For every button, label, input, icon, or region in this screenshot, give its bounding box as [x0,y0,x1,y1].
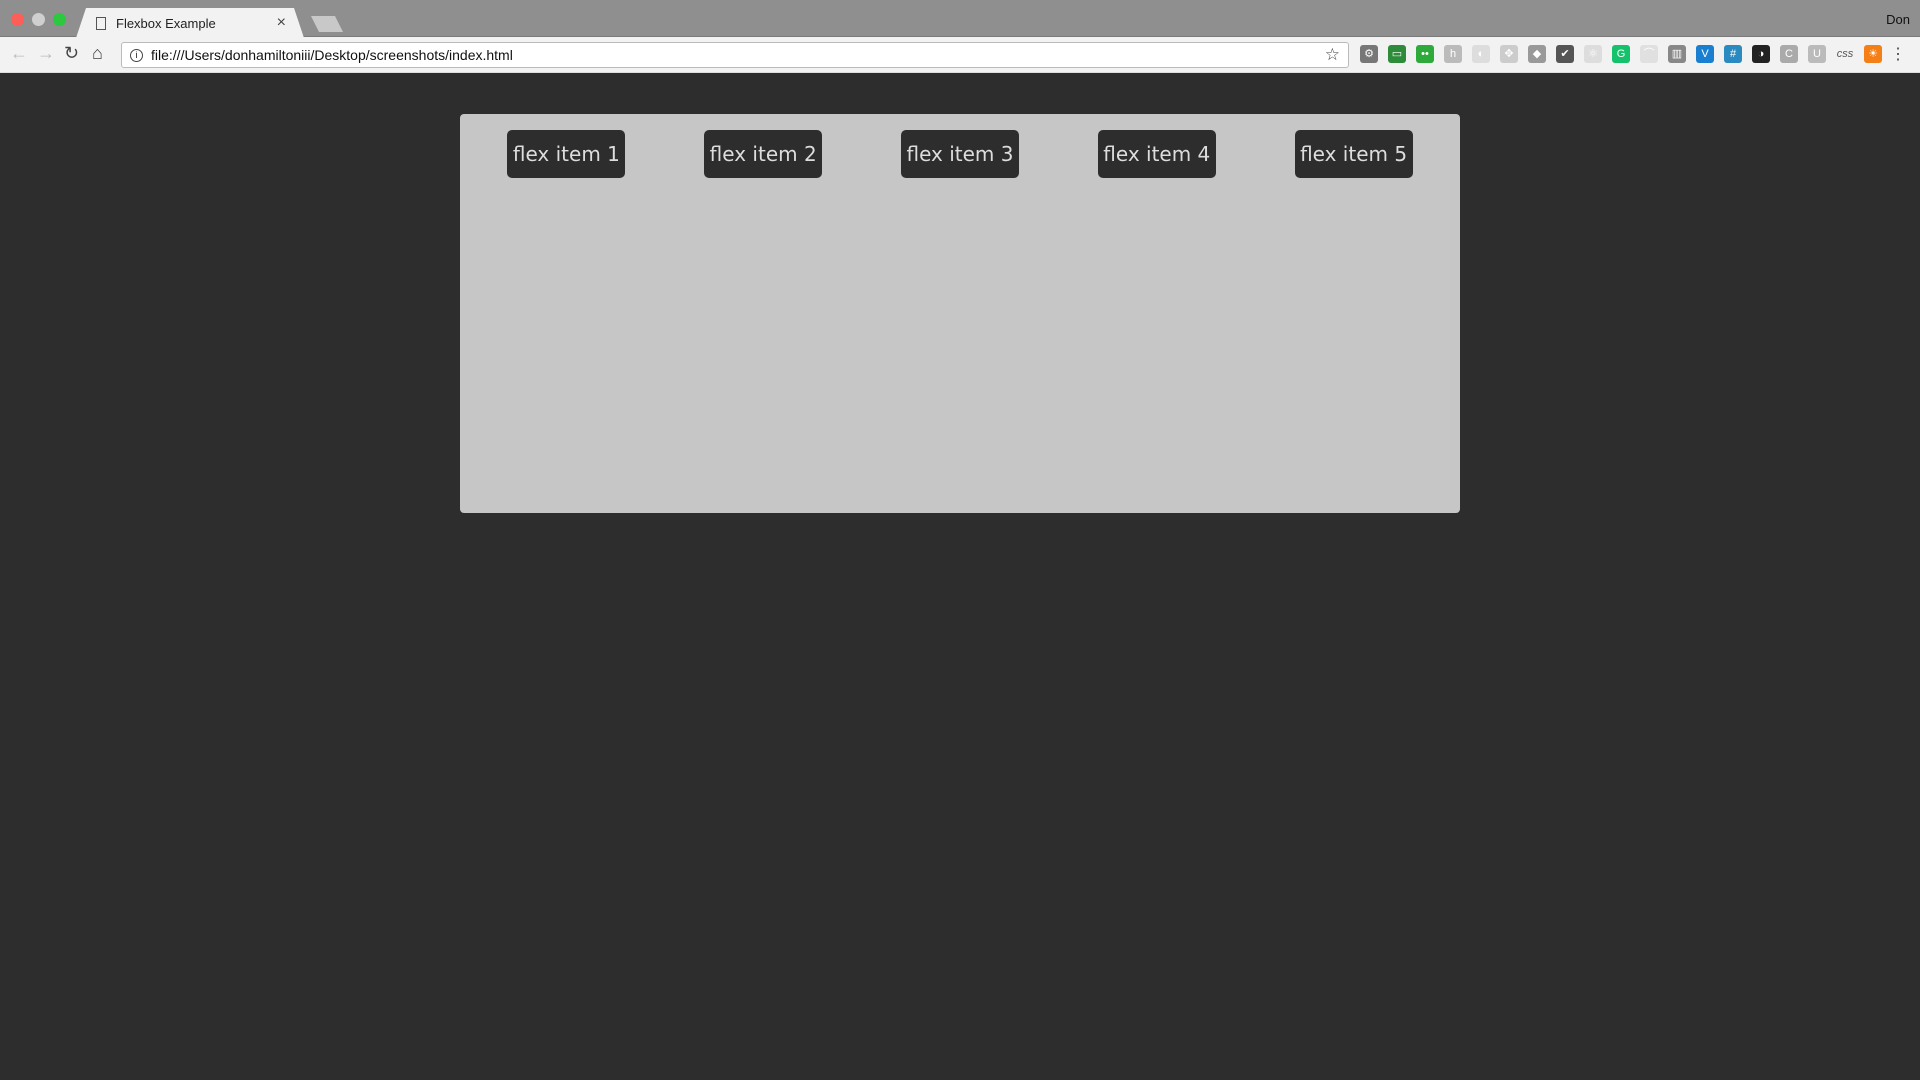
robot-icon[interactable]: •• [1416,45,1434,63]
contrast-icon[interactable]: ◑ [1752,45,1770,63]
close-tab-icon[interactable]: × [277,14,286,32]
dropbox-icon[interactable]: ✥ [1500,45,1518,63]
window-controls [11,13,66,26]
reload-icon[interactable]: ↻ [64,43,79,64]
new-tab-button[interactable] [311,16,343,32]
hubspot-icon[interactable]: ☀ [1864,45,1882,63]
flex-item: flex item 3 [900,130,1019,178]
back-icon[interactable]: ← [10,43,28,64]
url-text: file:///Users/donhamiltoniii/Desktop/scr… [151,47,513,63]
rainbow-icon[interactable]: ⌒ [1640,45,1658,63]
document-icon [96,17,106,30]
pocket-icon[interactable]: ✔ [1556,45,1574,63]
flex-container: flex item 1 flex item 2 flex item 3 flex… [460,114,1460,513]
grammarly-icon[interactable]: G [1612,45,1630,63]
h-icon[interactable]: h [1444,45,1462,63]
u-icon[interactable]: U [1808,45,1826,63]
profile-name[interactable]: Don [1886,12,1910,27]
swirl-icon[interactable]: ◐ [1472,45,1490,63]
css-icon[interactable]: css [1836,45,1854,63]
tab-title: Flexbox Example [116,15,216,31]
more-menu-icon[interactable]: ⋮ [1890,44,1906,64]
forward-icon[interactable]: → [37,43,55,64]
address-bar[interactable]: i file:///Users/donhamiltoniii/Desktop/s… [121,42,1349,68]
bookmark-star-icon[interactable]: ☆ [1325,45,1340,65]
screenshot-icon[interactable]: ▭ [1388,45,1406,63]
maximize-window-button[interactable] [53,13,66,26]
extensions-area: ⚙ ▭ •• h ◐ ✥ ◆ ✔ ⚛ G ⌒ ▥ V # ◑ C Ucss ☀ [1360,45,1882,63]
grid-icon[interactable]: # [1724,45,1742,63]
browser-toolbar: ← → ↻ ⌂ i file:///Users/donhamiltoniii/D… [0,37,1920,73]
close-window-button[interactable] [11,13,24,26]
flex-item: flex item 4 [1097,130,1216,178]
react-icon[interactable]: ⚛ [1584,45,1602,63]
c-icon[interactable]: C [1780,45,1798,63]
tab-bar: Flexbox Example × Don [0,0,1920,37]
layers-icon[interactable]: ◆ [1528,45,1546,63]
flex-item: flex item 2 [704,130,823,178]
flex-item: flex item 1 [507,130,626,178]
tab-flexbox-example[interactable]: Flexbox Example × [76,8,304,38]
vue-icon[interactable]: V [1696,45,1714,63]
minimize-window-button[interactable] [32,13,45,26]
info-icon[interactable]: i [130,48,143,62]
book-icon[interactable]: ▥ [1668,45,1686,63]
home-icon[interactable]: ⌂ [92,43,103,64]
flex-item: flex item 5 [1294,130,1413,178]
gear-icon[interactable]: ⚙ [1360,45,1378,63]
